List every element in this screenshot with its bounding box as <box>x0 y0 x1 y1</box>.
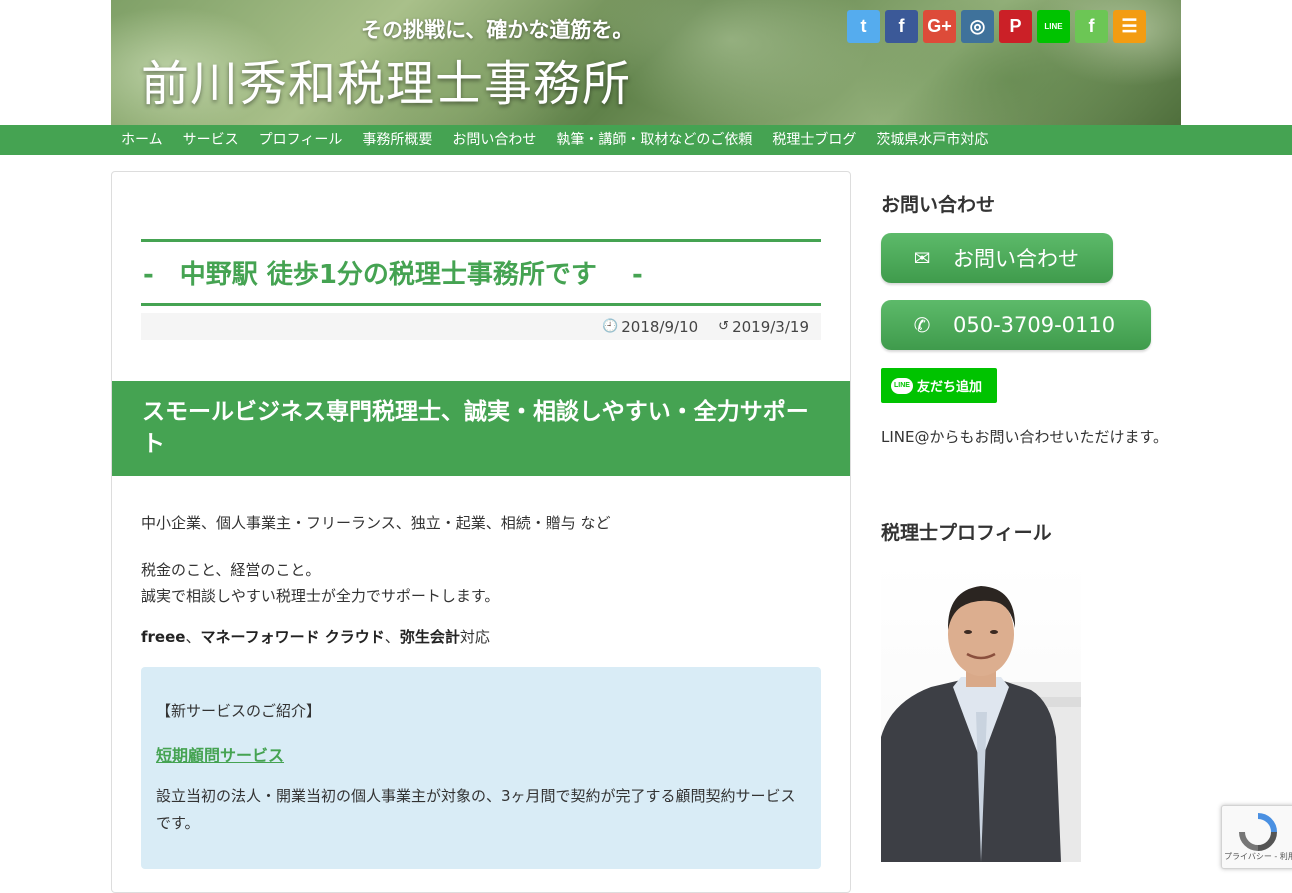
line-logo-icon: LINE <box>891 377 913 394</box>
instagram-icon[interactable]: ◎ <box>961 10 994 43</box>
line-add-friend-button[interactable]: LINE 友だち追加 <box>881 368 997 403</box>
rss-icon[interactable]: ☰ <box>1113 10 1146 43</box>
profile-heading: 税理士プロフィール <box>881 522 1052 544</box>
nav-item[interactable]: プロフィール <box>249 125 353 155</box>
contact-heading: お問い合わせ <box>881 194 996 216</box>
nav-item[interactable]: 事務所概要 <box>352 125 442 155</box>
contact-button-label: お問い合わせ <box>953 247 1079 271</box>
nav-item[interactable]: 税理士ブログ <box>762 125 866 155</box>
facebook-icon[interactable]: f <box>885 10 918 43</box>
published-date-text: 2018/9/10 <box>621 317 699 336</box>
target-clients-text: 中小企業、個人事業主・フリーランス、独立・起業、相続・贈与 など <box>141 514 611 532</box>
nav-item[interactable]: サービス <box>173 125 249 155</box>
line-add-friend-label: 友だち追加 <box>917 380 983 395</box>
envelope-icon: ✉ <box>913 246 931 270</box>
global-nav: ホーム サービス プロフィール 事務所概要 お問い合わせ 執筆・講師・取材などのご依頼 税理… <box>0 125 1292 155</box>
profile-photo <box>881 562 1081 862</box>
software-moneyforward: マネーフォワード クラウド <box>200 628 385 646</box>
software-separator: 、 <box>185 628 201 646</box>
entry-title: - 中野駅 徒歩1分の税理士事務所です - <box>141 239 821 307</box>
site-title[interactable]: 前川秀和税理士事務所 <box>141 44 631 114</box>
new-service-box: 【新サービスのご紹介】 短期顧問サービス 設立当初の法人・開業当初の個人事業主が… <box>141 667 821 869</box>
social-links: t f G+ ◎ P LINE f ☰ <box>847 10 1146 43</box>
nav-item[interactable]: 執筆・講師・取材などのご依頼 <box>546 125 762 155</box>
site-tagline: その挑戦に、確かな道筋を。 <box>361 18 634 42</box>
intro-text: 税金のこと、経営のこと。 誠実で相談しやすい税理士が全力でサポートします。 <box>141 557 499 609</box>
phone-icon: ✆ <box>913 313 931 337</box>
recaptcha-links[interactable]: プライバシー - 利用規約 <box>1224 851 1292 862</box>
updated-date: ↺ 2019/3/19 <box>718 318 809 336</box>
pinterest-icon[interactable]: P <box>999 10 1032 43</box>
entry-title-text: - 中野駅 徒歩1分の税理士事務所です - <box>143 260 643 291</box>
software-suffix: 対応 <box>459 628 490 646</box>
updated-date-text: 2019/3/19 <box>732 317 809 336</box>
new-service-heading: 【新サービスのご紹介】 <box>156 702 322 720</box>
nav-item[interactable]: ホーム <box>111 125 173 155</box>
twitter-icon[interactable]: t <box>847 10 880 43</box>
intro-line-2: 誠実で相談しやすい税理士が全力でサポートします。 <box>141 587 500 605</box>
software-freee: freee <box>141 628 186 646</box>
new-service-description: 設立当初の法人・開業当初の個人事業主が対象の、3ヶ月間で契約が完了する顧問契約サ… <box>156 787 796 832</box>
site-header: その挑戦に、確かな道筋を。 前川秀和税理士事務所 t f G+ ◎ P LINE f ☰ <box>111 0 1181 125</box>
nav-item[interactable]: 茨城県水戸市対応 <box>866 125 998 155</box>
contact-button[interactable]: ✉ お問い合わせ <box>881 233 1113 283</box>
google-plus-icon[interactable]: G+ <box>923 10 956 43</box>
phone-button-label: 050-3709-0110 <box>953 313 1116 337</box>
short-term-advisory-link[interactable]: 短期顧問サービス <box>156 742 284 766</box>
published-date: 🕘 2018/9/10 <box>602 318 698 336</box>
history-icon: ↺ <box>718 319 730 334</box>
date-bar: 🕘 2018/9/10 ↺ 2019/3/19 <box>141 313 821 340</box>
line-note: LINE@からもお問い合わせいただけます。 <box>881 428 1168 446</box>
software-yayoi: 弥生会計 <box>399 628 460 646</box>
phone-button[interactable]: ✆ 050-3709-0110 <box>881 300 1151 350</box>
profile-photo-image <box>881 586 1081 862</box>
software-separator: 、 <box>384 628 400 646</box>
clock-icon: 🕘 <box>602 319 619 334</box>
article: - 中野駅 徒歩1分の税理士事務所です - 🕘 2018/9/10 ↺ 2019… <box>111 171 851 893</box>
section-heading: スモールビジネス専門税理士、誠実・相談しやすい・全力サポート <box>112 381 850 476</box>
recaptcha-badge[interactable]: プライバシー - 利用規約 <box>1221 805 1292 869</box>
software-support-text: freee、マネーフォワード クラウド、弥生会計対応 <box>141 626 490 647</box>
intro-line-1: 税金のこと、経営のこと。 <box>141 561 321 579</box>
nav-item[interactable]: お問い合わせ <box>442 125 546 155</box>
nav-menu: ホーム サービス プロフィール 事務所概要 お問い合わせ 執筆・講師・取材などのご依頼 税理… <box>111 125 998 155</box>
feedly-icon[interactable]: f <box>1075 10 1108 43</box>
line-icon[interactable]: LINE <box>1037 10 1070 43</box>
recaptcha-icon <box>1239 813 1277 851</box>
